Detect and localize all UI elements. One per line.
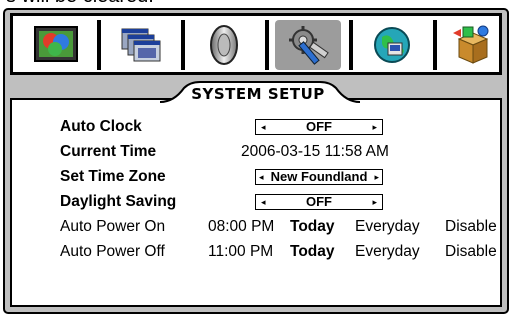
arrow-right-icon[interactable]: ▸: [372, 120, 377, 134]
speaker-icon: [210, 25, 238, 65]
auto-power-on-label: Auto Power On: [60, 218, 166, 235]
network-globe-icon: [374, 27, 410, 63]
current-time-value[interactable]: 2006-03-15 11:58 AM: [241, 141, 389, 163]
display-menu-button[interactable]: [23, 20, 89, 70]
menu-toolbar: [10, 13, 502, 75]
auto-clock-selector[interactable]: ◂ OFF ▸: [255, 119, 383, 135]
arrow-left-icon[interactable]: ◂: [261, 120, 266, 134]
screen-menu-button[interactable]: [107, 20, 173, 70]
toolbar-divider: [265, 20, 269, 70]
arrow-left-icon[interactable]: ◂: [259, 170, 264, 184]
windows-icon: [121, 28, 161, 62]
arrow-left-icon[interactable]: ◂: [261, 195, 266, 209]
auto-power-off-option-everyday[interactable]: Everyday: [355, 241, 420, 263]
time-zone-selector[interactable]: ◂ New Foundland ▸: [255, 169, 383, 185]
arrow-right-icon[interactable]: ▸: [374, 170, 379, 184]
auto-power-off-option-today[interactable]: Today: [290, 241, 335, 263]
daylight-saving-selector[interactable]: ◂ OFF ▸: [255, 194, 383, 210]
daylight-saving-label: Daylight Saving: [60, 193, 177, 210]
auto-power-on-option-today[interactable]: Today: [290, 216, 335, 238]
auto-power-off-label: Auto Power Off: [60, 243, 165, 260]
auto-clock-label: Auto Clock: [60, 118, 142, 135]
time-zone-label: Set Time Zone: [60, 168, 166, 185]
time-zone-value: New Foundland: [270, 169, 368, 184]
display-color-icon: [34, 26, 78, 62]
auto-clock-value: OFF: [306, 119, 332, 134]
current-time-label: Current Time: [60, 143, 157, 160]
installation-menu-button[interactable]: [439, 20, 505, 70]
auto-power-off-time[interactable]: 11:00 PM: [208, 241, 273, 263]
system-setup-tools-icon: [289, 26, 329, 65]
auto-power-on-option-everyday[interactable]: Everyday: [355, 216, 420, 238]
page-caption: s will be cleared.: [0, 0, 523, 8]
arrow-right-icon[interactable]: ▸: [372, 195, 377, 209]
daylight-saving-value: OFF: [306, 194, 332, 209]
toolbar-divider: [181, 20, 185, 70]
toolbar-divider: [97, 20, 101, 70]
system-setup-menu-button[interactable]: [275, 20, 341, 70]
toolbar-divider: [433, 20, 437, 70]
toolbar-divider: [349, 20, 353, 70]
installation-box-icon: [453, 25, 489, 64]
auto-power-on-time[interactable]: 08:00 PM: [208, 216, 274, 238]
network-menu-button[interactable]: [359, 20, 425, 70]
auto-power-on-option-disable[interactable]: Disable: [445, 216, 497, 238]
panel-title: SYSTEM SETUP: [191, 85, 325, 103]
audio-menu-button[interactable]: [191, 20, 257, 70]
auto-power-off-option-disable[interactable]: Disable: [445, 241, 497, 263]
